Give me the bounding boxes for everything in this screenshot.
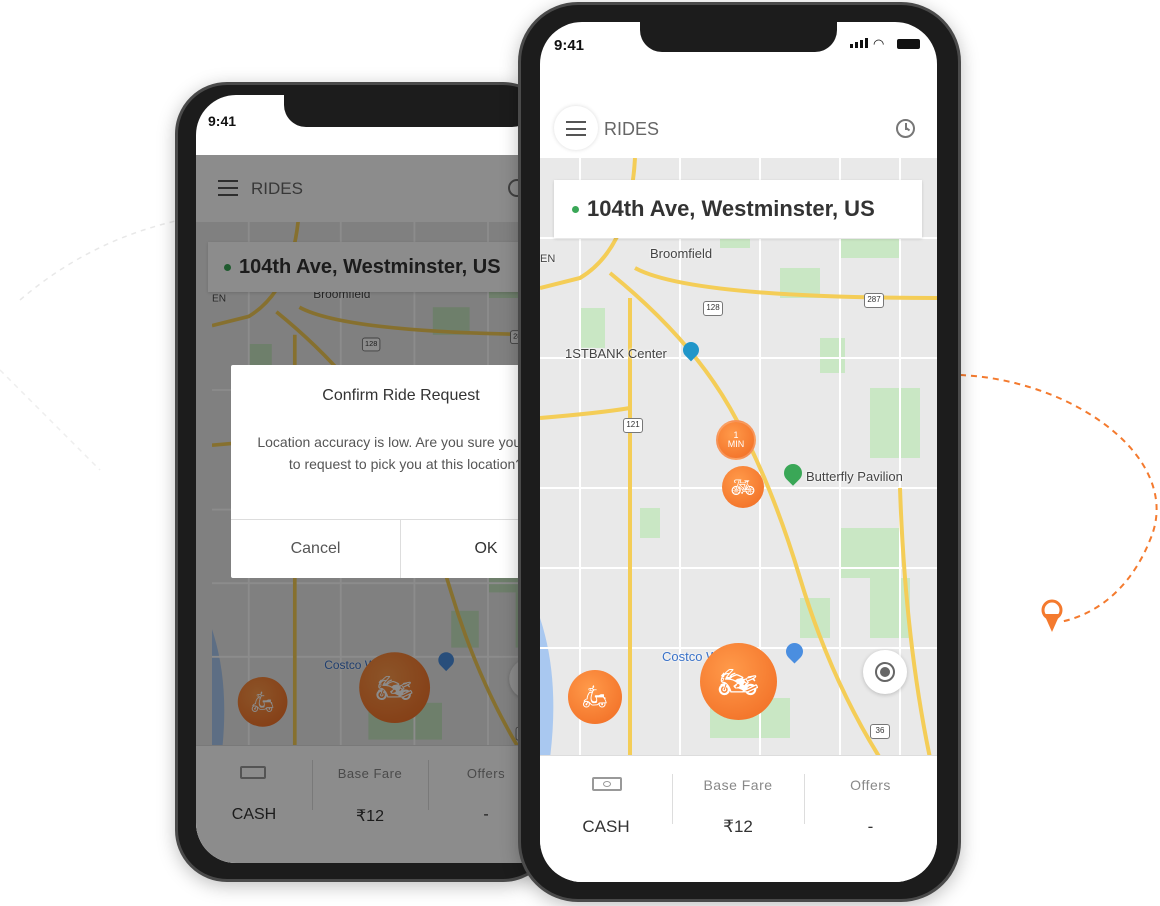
decorative-route xyxy=(959,374,1158,632)
my-location-button[interactable] xyxy=(863,650,907,694)
base-fare-column: Base Fare ₹12 xyxy=(672,756,804,882)
clock-icon[interactable] xyxy=(896,119,915,138)
scooter-delivery-button[interactable]: 🛵︎ xyxy=(568,670,622,724)
back-phone-screen: 9:41 RIDES Broomfield EN 1STBANK Center xyxy=(196,95,546,863)
header-title: RIDES xyxy=(604,119,660,139)
highway-shield: 128 xyxy=(703,301,723,316)
dialog-title: Confirm Ride Request xyxy=(322,387,480,404)
map-label-en: EN xyxy=(540,253,556,265)
hamburger-icon xyxy=(566,121,586,136)
base-fare-label: Base Fare xyxy=(703,777,773,793)
fare-bar: CASH Base Fare ₹12 Offers - xyxy=(540,755,937,882)
highway-shield: 121 xyxy=(623,418,643,433)
map-label-butterfly-pavilion[interactable]: Butterfly Pavilion xyxy=(806,469,903,484)
crosshair-icon xyxy=(875,662,895,682)
front-phone-screen: 9:41 ◠ RIDES Broomfield EN 1STBANK Cente… xyxy=(540,22,937,882)
base-fare-value: ₹12 xyxy=(723,817,753,836)
wifi-icon: ◠ xyxy=(873,36,885,51)
map-label-broomfield: Broomfield xyxy=(650,246,713,261)
dialog-message: Location accuracy is low. Are you sure y… xyxy=(257,434,546,472)
offers-label: Offers xyxy=(850,777,891,793)
bicycle-marker[interactable]: 🚲︎ xyxy=(722,466,764,508)
status-time: 9:41 xyxy=(554,37,585,54)
notch xyxy=(284,95,534,127)
payment-value: CASH xyxy=(582,817,630,836)
status-time: 9:41 xyxy=(208,113,237,129)
location-dot xyxy=(572,205,579,213)
battery-icon xyxy=(897,39,920,49)
location-pin-icon xyxy=(1041,599,1063,632)
eta-pin[interactable]: 1 MIN xyxy=(716,420,756,460)
motorcycle-button[interactable]: 🏍︎ xyxy=(700,643,777,720)
map[interactable]: Broomfield EN 1STBANK Center Butterfly P… xyxy=(540,158,937,755)
bicycle-icon: 🚲︎ xyxy=(730,476,756,499)
signal-icon xyxy=(850,38,868,48)
address-card[interactable]: 104th Ave, Westminster, US xyxy=(554,180,922,238)
confirm-dialog: Confirm Ride Request Location accuracy i… xyxy=(231,365,546,578)
notch xyxy=(640,22,837,52)
highway-shield: 36 xyxy=(870,724,890,739)
eta-unit: MIN xyxy=(727,439,745,449)
highway-shield: 287 xyxy=(864,293,884,308)
header: RIDES xyxy=(540,102,937,158)
offers-column[interactable]: Offers - xyxy=(804,756,937,882)
motorcycle-icon: 🏍︎ xyxy=(718,663,759,700)
payment-column[interactable]: CASH xyxy=(540,756,672,882)
map-label-1stbank[interactable]: 1STBANK Center xyxy=(565,346,667,361)
menu-button[interactable] xyxy=(554,106,598,150)
offers-value: - xyxy=(867,817,874,836)
scooter-icon: 🛵︎ xyxy=(581,684,609,709)
cancel-button[interactable]: Cancel xyxy=(231,520,401,578)
cash-icon xyxy=(592,777,622,791)
decorative-lines xyxy=(0,219,181,471)
address-text: 104th Ave, Westminster, US xyxy=(587,196,875,221)
